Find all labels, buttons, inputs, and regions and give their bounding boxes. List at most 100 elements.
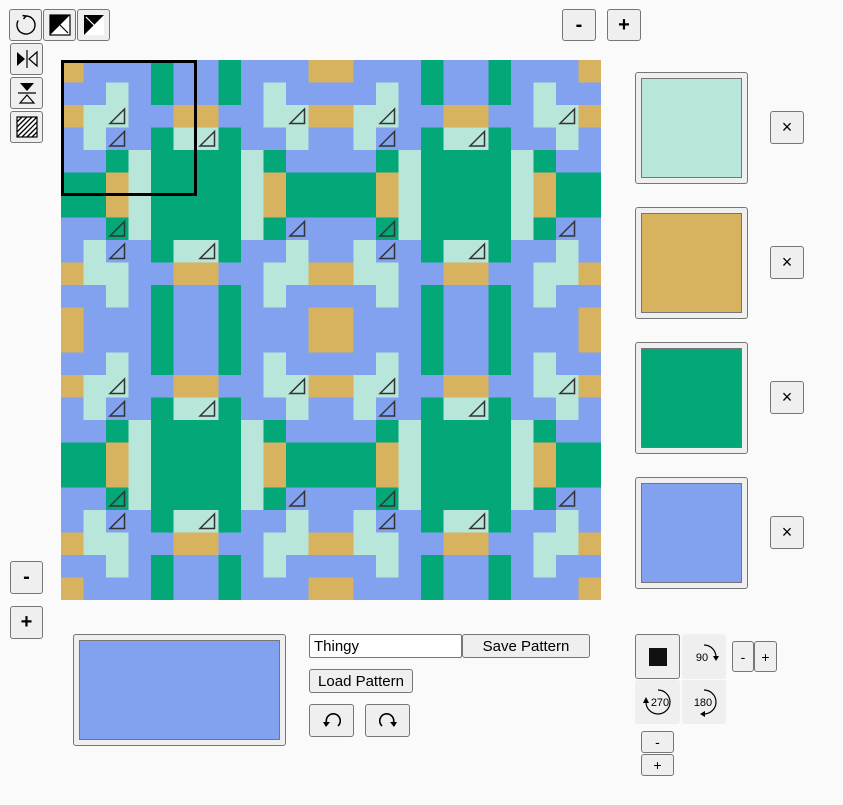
pattern-cell[interactable]: [488, 330, 512, 354]
pattern-cell[interactable]: [556, 532, 580, 556]
remove-color-4-button[interactable]: ×: [770, 516, 804, 549]
pattern-cell[interactable]: [398, 375, 422, 399]
pattern-cell[interactable]: [533, 82, 557, 106]
pattern-cell[interactable]: [308, 105, 332, 129]
pattern-cell[interactable]: [61, 352, 85, 376]
pattern-cell[interactable]: [61, 487, 85, 511]
pattern-cell[interactable]: [533, 532, 557, 556]
pattern-cell[interactable]: [511, 60, 535, 84]
pattern-cell[interactable]: [263, 465, 287, 489]
pattern-cell[interactable]: [218, 127, 242, 151]
pattern-cell[interactable]: [173, 82, 197, 106]
pattern-cell[interactable]: [578, 487, 602, 511]
pattern-cell[interactable]: [488, 127, 512, 151]
save-pattern-button[interactable]: Save Pattern: [462, 634, 590, 658]
pattern-cell[interactable]: [511, 330, 535, 354]
pattern-cell[interactable]: [331, 442, 355, 466]
pattern-cell[interactable]: [466, 420, 490, 444]
pattern-cell[interactable]: [218, 532, 242, 556]
pattern-cell[interactable]: [443, 442, 467, 466]
pattern-cell[interactable]: [61, 577, 85, 601]
pattern-cell[interactable]: [376, 262, 400, 286]
pattern-cell[interactable]: [421, 172, 445, 196]
pattern-cell[interactable]: [331, 510, 355, 534]
pattern-cell[interactable]: [353, 532, 377, 556]
pattern-cell[interactable]: [443, 150, 467, 174]
pattern-cell[interactable]: [421, 195, 445, 219]
pattern-cell[interactable]: [421, 330, 445, 354]
pattern-cell[interactable]: [286, 195, 310, 219]
palette-swatch-3[interactable]: [635, 342, 748, 454]
pattern-cell[interactable]: [398, 172, 422, 196]
pattern-cell[interactable]: [286, 577, 310, 601]
pattern-cell[interactable]: [263, 172, 287, 196]
pattern-cell[interactable]: [286, 127, 310, 151]
pattern-cell[interactable]: [218, 397, 242, 421]
pattern-cell[interactable]: [353, 105, 377, 129]
pattern-cell[interactable]: [286, 262, 310, 286]
pattern-cell[interactable]: [196, 532, 220, 556]
pattern-cell[interactable]: [376, 330, 400, 354]
pattern-cell[interactable]: [308, 82, 332, 106]
pattern-cell[interactable]: [263, 487, 287, 511]
pattern-cell[interactable]: [398, 307, 422, 331]
pattern-cell[interactable]: [511, 397, 535, 421]
pattern-cell[interactable]: [106, 465, 130, 489]
pattern-canvas[interactable]: [61, 60, 601, 600]
pattern-cell[interactable]: [128, 465, 152, 489]
pattern-cell[interactable]: [556, 150, 580, 174]
rotate-button[interactable]: [9, 9, 42, 41]
pattern-cell[interactable]: [263, 60, 287, 84]
pattern-cell[interactable]: [61, 465, 85, 489]
pattern-cell[interactable]: [466, 487, 490, 511]
pattern-cell[interactable]: [218, 330, 242, 354]
pattern-cell[interactable]: [533, 127, 557, 151]
pattern-cell[interactable]: [173, 262, 197, 286]
pattern-cell[interactable]: [556, 82, 580, 106]
pattern-cell[interactable]: [533, 307, 557, 331]
pattern-cell[interactable]: [173, 352, 197, 376]
pattern-cell[interactable]: [128, 397, 152, 421]
pattern-cell[interactable]: [151, 532, 175, 556]
pattern-cell[interactable]: [241, 330, 265, 354]
pattern-cell[interactable]: [61, 375, 85, 399]
pattern-cell[interactable]: [196, 217, 220, 241]
grid-shrink-button[interactable]: -: [10, 561, 43, 594]
pattern-cell[interactable]: [83, 307, 107, 331]
pattern-cell[interactable]: [533, 330, 557, 354]
pattern-cell[interactable]: [106, 442, 130, 466]
pattern-cell[interactable]: [353, 217, 377, 241]
pattern-cell[interactable]: [151, 262, 175, 286]
pattern-cell[interactable]: [173, 127, 197, 151]
pattern-cell[interactable]: [443, 240, 467, 264]
pattern-cell[interactable]: [83, 397, 107, 421]
pattern-cell[interactable]: [196, 555, 220, 579]
pattern-cell[interactable]: [308, 442, 332, 466]
remove-color-3-button[interactable]: ×: [770, 381, 804, 414]
pattern-cell[interactable]: [556, 60, 580, 84]
pattern-cell[interactable]: [241, 217, 265, 241]
pattern-cell[interactable]: [128, 420, 152, 444]
pattern-cell[interactable]: [578, 510, 602, 534]
pattern-cell[interactable]: [61, 420, 85, 444]
pattern-cell[interactable]: [286, 532, 310, 556]
pattern-cell[interactable]: [151, 330, 175, 354]
pattern-cell[interactable]: [106, 420, 130, 444]
pattern-cell[interactable]: [218, 352, 242, 376]
pattern-cell[interactable]: [511, 195, 535, 219]
pattern-cell[interactable]: [241, 105, 265, 129]
pattern-cell[interactable]: [511, 532, 535, 556]
pattern-cell[interactable]: [128, 150, 152, 174]
rotation-step-plus-button[interactable]: +: [754, 641, 777, 672]
pattern-cell[interactable]: [376, 307, 400, 331]
palette-swatch-4[interactable]: [635, 477, 748, 589]
pattern-cell[interactable]: [286, 352, 310, 376]
pattern-cell[interactable]: [128, 330, 152, 354]
pattern-cell[interactable]: [83, 240, 107, 264]
pattern-cell[interactable]: [83, 217, 107, 241]
pattern-cell[interactable]: [556, 285, 580, 309]
pattern-cell[interactable]: [263, 532, 287, 556]
pattern-cell[interactable]: [241, 487, 265, 511]
pattern-cell[interactable]: [151, 465, 175, 489]
pattern-cell[interactable]: [488, 352, 512, 376]
